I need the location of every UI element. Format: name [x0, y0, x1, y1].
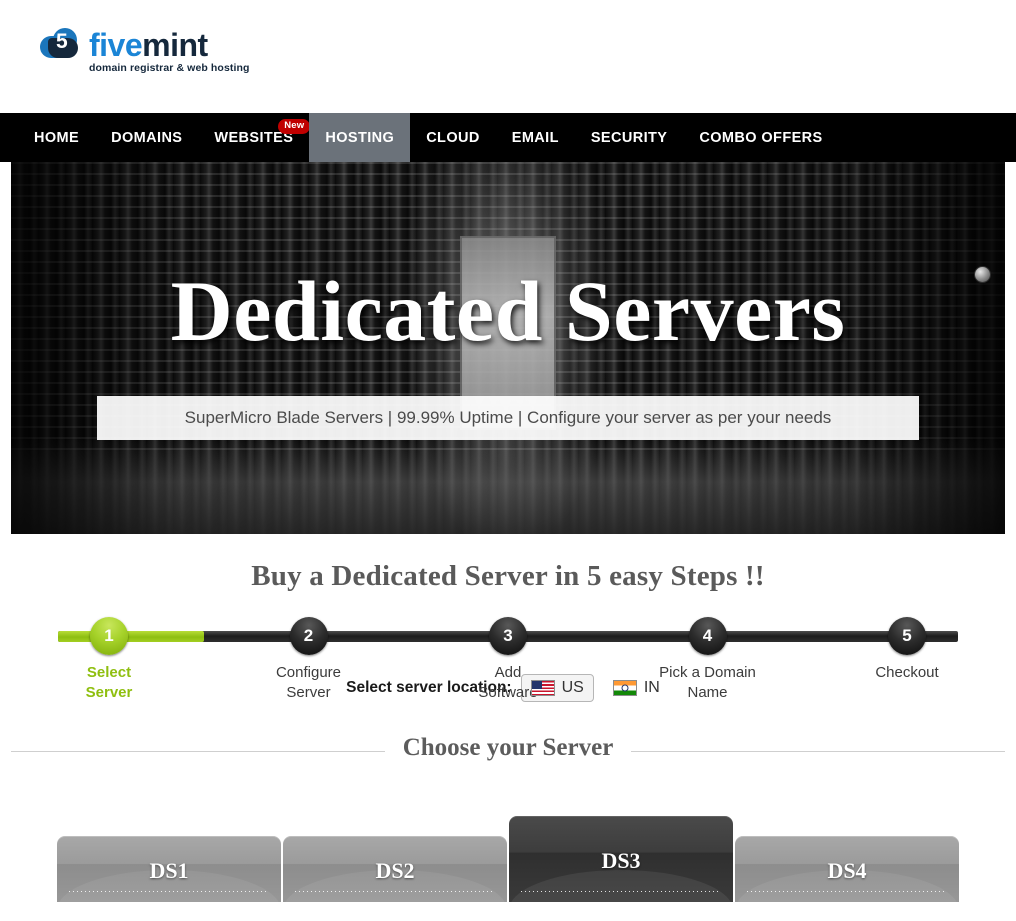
- nav-item-label: EMAIL: [511, 129, 559, 146]
- nav-item-security[interactable]: SECURITY: [575, 113, 684, 162]
- nav-item-label: CLOUD: [426, 129, 480, 146]
- step-label-line1: Add: [494, 664, 522, 681]
- choose-server-title: Choose your Server: [0, 734, 1016, 762]
- nav-item-combo-offers[interactable]: COMBO OFFERS: [683, 113, 838, 162]
- step-label: Pick a Domain Name: [659, 663, 756, 703]
- purchase-steps-section: Buy a Dedicated Server in 5 easy Steps !…: [0, 534, 1016, 702]
- cloud-five-logo-icon: 5: [40, 28, 86, 62]
- step-3-add-software[interactable]: 3 Add Software: [433, 617, 583, 703]
- step-4-pick-domain-name[interactable]: 4 Pick a Domain Name: [633, 617, 783, 703]
- server-tab-ds4[interactable]: DS4: [735, 836, 959, 902]
- choose-server-header: Choose your Server: [0, 734, 1016, 768]
- step-5-checkout[interactable]: 5 Checkout: [832, 617, 982, 703]
- nav-item-label: HOSTING: [325, 129, 395, 146]
- step-number-badge: 2: [289, 617, 328, 655]
- site-header: 5 fivemint domain registrar & web hostin…: [0, 0, 1016, 113]
- server-tab-divider: [521, 891, 721, 892]
- step-label-line2: Software: [478, 684, 538, 701]
- nav-item-domains[interactable]: DOMAINS: [95, 113, 198, 162]
- new-badge: New: [278, 119, 311, 134]
- logo-text: fivemint domain registrar & web hosting: [89, 28, 250, 74]
- step-label-line1: Select: [86, 664, 132, 681]
- server-tab-label: DS2: [375, 858, 415, 883]
- hero-subtitle: SuperMicro Blade Servers | 99.99% Uptime…: [97, 396, 919, 440]
- step-label-line2: Server: [85, 684, 133, 701]
- step-label-line1: Pick a Domain: [659, 664, 756, 681]
- step-label: Configure Server: [276, 663, 341, 703]
- step-number-badge: 3: [489, 617, 527, 655]
- logo-word-five: five: [89, 27, 143, 63]
- nav-item-label: SECURITY: [590, 129, 668, 146]
- main-navigation: HOME DOMAINS WEBSITES New HOSTING CLOUD …: [0, 113, 1016, 162]
- step-label: Add Software: [478, 663, 537, 703]
- server-plan-tabs: DS1 DS2 DS3 DS4: [0, 792, 1016, 902]
- hero-title: Dedicated Servers: [170, 263, 846, 359]
- nav-item-cloud[interactable]: CLOUD: [410, 113, 496, 162]
- choose-server-title-text: Choose your Server: [384, 734, 632, 761]
- server-tab-divider: [69, 891, 269, 892]
- progress-stepper: 1 Select Server 2 Configure Server 3 Add…: [34, 617, 982, 701]
- server-tab-ds2[interactable]: DS2: [283, 836, 507, 902]
- nav-item-label: DOMAINS: [111, 129, 183, 146]
- step-number-badge: 5: [888, 617, 926, 655]
- server-tab-ds3[interactable]: DS3: [509, 816, 733, 902]
- site-logo[interactable]: 5 fivemint domain registrar & web hostin…: [40, 28, 250, 74]
- server-tab-label: DS4: [827, 858, 867, 883]
- step-label-line1: Checkout: [875, 664, 939, 681]
- logo-word-mint: mint: [142, 27, 208, 63]
- nav-item-hosting[interactable]: HOSTING: [309, 113, 411, 162]
- logo-digit: 5: [56, 30, 68, 53]
- server-tab-divider: [747, 891, 947, 892]
- nav-item-email[interactable]: EMAIL: [496, 113, 575, 162]
- server-tab-divider: [295, 891, 495, 892]
- step-label-line1: Configure: [275, 664, 342, 681]
- step-label-line2: Server: [286, 684, 331, 701]
- server-tab-ds1[interactable]: DS1: [57, 836, 281, 902]
- nav-item-label: HOME: [34, 129, 80, 146]
- step-2-configure-server[interactable]: 2 Configure Server: [234, 617, 384, 703]
- flag-in-icon: [612, 680, 637, 696]
- flag-us-icon: [530, 680, 555, 696]
- step-label-line2: Name: [687, 684, 728, 701]
- nav-item-home[interactable]: HOME: [18, 113, 95, 162]
- server-tab-label: DS3: [601, 848, 641, 873]
- hero-banner: Dedicated Servers SuperMicro Blade Serve…: [11, 162, 1005, 534]
- step-number-badge: 1: [90, 617, 128, 655]
- server-tab-label: DS1: [149, 858, 189, 883]
- step-label: Select Server: [86, 663, 133, 703]
- logo-wordmark: fivemint: [89, 29, 250, 61]
- nav-item-websites[interactable]: WEBSITES New: [198, 113, 311, 162]
- logo-tagline: domain registrar & web hosting: [89, 62, 250, 74]
- step-number-badge: 4: [688, 617, 727, 655]
- stepper-nodes: 1 Select Server 2 Configure Server 3 Add…: [34, 617, 982, 703]
- nav-item-label: COMBO OFFERS: [699, 129, 823, 146]
- step-label: Checkout: [875, 663, 938, 683]
- steps-heading: Buy a Dedicated Server in 5 easy Steps !…: [251, 560, 765, 592]
- step-1-select-server[interactable]: 1 Select Server: [34, 617, 184, 703]
